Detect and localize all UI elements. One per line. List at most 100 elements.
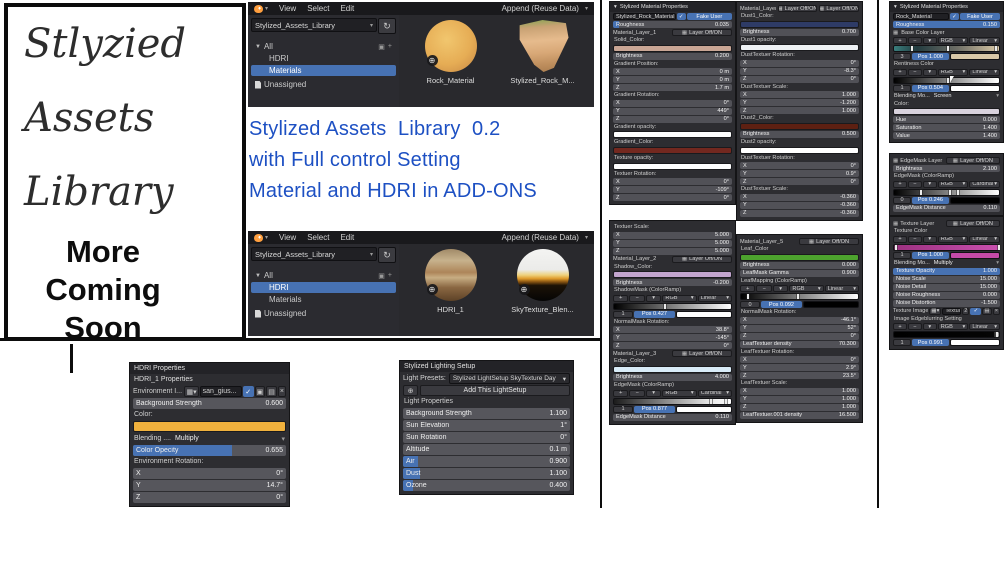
color-mode-select[interactable]: RGB▾ <box>662 295 696 302</box>
layer-toggle-button[interactable]: ▦Layer Off/ON <box>672 256 732 263</box>
layer-toggle-button[interactable]: ▦Layer Off/ON <box>819 5 859 12</box>
stop-index-field[interactable]: 3 <box>893 53 911 60</box>
duplicate-icon[interactable]: ▤ <box>982 308 991 315</box>
add-stop-button[interactable]: + <box>893 323 907 330</box>
slider-noise-scale[interactable]: Noise Scale15.000 <box>893 276 1000 283</box>
slider-y[interactable]: Y-8.3° <box>740 68 859 75</box>
ramp-handle[interactable] <box>747 294 749 299</box>
color-swatch[interactable] <box>740 147 859 154</box>
fake-user-button[interactable]: Fake User <box>960 13 1000 20</box>
interpolation-select[interactable]: Linear▾ <box>969 323 1000 330</box>
image-type-select[interactable]: ▦▾ <box>184 386 198 397</box>
slider-x[interactable]: X0° <box>740 60 859 67</box>
stop-color-field[interactable] <box>803 301 859 308</box>
remove-stop-button[interactable]: − <box>629 390 644 397</box>
slider-y[interactable]: Y5.000 <box>613 240 732 247</box>
slider-z[interactable]: Z0° <box>740 76 859 83</box>
add-stop-button[interactable]: + <box>893 37 907 44</box>
expand-triangle-icon[interactable]: ▼ <box>255 44 261 50</box>
color-swatch[interactable] <box>893 108 1000 115</box>
asset-item[interactable]: ⊕ Stylized_Rock_M... <box>505 20 581 107</box>
menu-view[interactable]: View <box>279 233 296 242</box>
layer-toggle-button[interactable]: ▦Layer Off/ON <box>672 29 732 36</box>
stop-color-field[interactable] <box>950 53 1000 60</box>
slider-background-strength[interactable]: Background Strength1.100 <box>403 408 570 419</box>
library-select[interactable]: Stylized_Assets_Library▾ <box>251 18 377 32</box>
slider-z[interactable]: Z0° <box>613 116 732 123</box>
datablock-name-field[interactable]: Stylized_Rock_Material_1 <box>613 13 676 20</box>
slider-brightness[interactable]: Brightness0.200 <box>613 53 732 60</box>
catalog-materials[interactable]: Materials <box>251 294 396 305</box>
stop-color-field[interactable] <box>950 252 1000 259</box>
ramp-handle[interactable] <box>911 46 913 51</box>
color-mode-select[interactable]: RGB▾ <box>938 37 969 44</box>
layer-checkbox-row[interactable]: ▦Base Color Layer <box>893 29 1000 36</box>
slider-brightness[interactable]: Brightness2.100 <box>893 165 1000 172</box>
fake-user-shield-icon[interactable]: ✓ <box>243 386 254 397</box>
colorramp-menu-button[interactable]: ▾ <box>923 236 937 243</box>
slider-brightness[interactable]: Brightness4.000 <box>613 374 732 381</box>
stop-index-field[interactable]: 0 <box>740 301 760 308</box>
add-stop-button[interactable]: + <box>893 69 907 76</box>
color-mode-select[interactable]: RGB▾ <box>662 390 696 397</box>
slider-value[interactable]: Value1.400 <box>893 132 1000 139</box>
catalog-all[interactable]: ▼ All ▣+ <box>251 270 396 281</box>
panel-header[interactable]: Stylized Lighting Setup <box>400 361 573 372</box>
import-method-select[interactable]: Append (Reuse Data)▾ <box>502 4 588 13</box>
slider-z[interactable]: Z1.000 <box>740 404 859 411</box>
unlink-icon[interactable]: × <box>993 308 1000 315</box>
slider-y[interactable]: Y14.7° <box>133 480 286 491</box>
layer-toggle-button[interactable]: ▦Layer Off/ON <box>799 238 859 245</box>
color-swatch[interactable] <box>740 21 859 28</box>
stop-position-slider[interactable]: Pos 0.092 <box>761 301 801 308</box>
catalog-unassigned[interactable]: Unassigned <box>251 79 396 90</box>
slider-sun-rotation[interactable]: Sun Rotation0° <box>403 432 570 443</box>
slider-z[interactable]: Z5.000 <box>613 248 732 255</box>
slider-ozone[interactable]: Ozone0.400 <box>403 480 570 491</box>
slider-noise-detail[interactable]: Noise Detail15.000 <box>893 284 1000 291</box>
slider-y[interactable]: Y1.000 <box>740 396 859 403</box>
colorramp-gradient[interactable] <box>893 77 1000 84</box>
catalog-unassigned[interactable]: Unassigned <box>251 308 396 319</box>
slider-z[interactable]: Z0° <box>133 492 286 503</box>
slider-x[interactable]: X0° <box>133 468 286 479</box>
ramp-handle[interactable] <box>797 294 799 299</box>
ramp-handle[interactable] <box>947 46 949 51</box>
image-type-select[interactable]: ▦▾ <box>929 308 941 315</box>
stop-position-slider[interactable]: Pos 0.504 <box>912 85 948 92</box>
color-swatch[interactable] <box>740 254 859 261</box>
menu-select[interactable]: Select <box>307 233 329 242</box>
remove-stop-button[interactable]: − <box>908 181 922 188</box>
blend-mode-select[interactable]: Blending Mo...Multiply▾ <box>893 260 1000 267</box>
ramp-handle[interactable] <box>998 245 1000 250</box>
color-mode-select[interactable]: RGB▾ <box>938 69 969 76</box>
interpolation-select[interactable]: Cardinal▾ <box>698 390 732 397</box>
ramp-handle[interactable] <box>664 304 666 309</box>
duplicate-icon[interactable]: ▤ <box>266 386 277 397</box>
blender-logo-icon[interactable] <box>254 234 263 242</box>
fake-user-button[interactable]: Fake User <box>687 13 732 20</box>
slider-x[interactable]: X-46.1° <box>740 317 859 324</box>
stop-color-field[interactable] <box>950 197 1000 204</box>
slider-z[interactable]: Z0° <box>613 194 732 201</box>
remove-stop-button[interactable]: − <box>629 295 644 302</box>
colorramp-gradient[interactable] <box>740 293 859 300</box>
ramp-handle[interactable] <box>947 78 949 83</box>
slider-brightness[interactable]: Brightness-0.200 <box>613 279 732 286</box>
colorramp-menu-button[interactable]: ▾ <box>646 295 661 302</box>
interpolation-select[interactable]: Cardinal▾ <box>969 181 1000 188</box>
colorramp-menu-button[interactable]: ▾ <box>646 390 661 397</box>
slider-z[interactable]: Z0° <box>740 333 859 340</box>
interpolation-select[interactable]: Linear▾ <box>969 69 1000 76</box>
slider-altitude[interactable]: Altitude0.1 m <box>403 444 570 455</box>
slider-air[interactable]: Air0.900 <box>403 456 570 467</box>
layer-toggle-button[interactable]: ▦Layer Off/ON <box>778 5 818 12</box>
add-catalog-icon[interactable]: + <box>388 43 392 51</box>
color-swatch[interactable] <box>613 131 732 138</box>
panel-header[interactable]: HDRI Properties <box>130 363 289 374</box>
add-lightsetup-button[interactable]: Add This LightSetup <box>420 385 570 396</box>
slider-x[interactable]: X0° <box>613 178 732 185</box>
slider-y[interactable]: Y-1.200 <box>740 99 859 106</box>
slider-x[interactable]: X38.8° <box>613 326 732 333</box>
library-select[interactable]: Stylized_Assets_Library▾ <box>251 247 377 261</box>
